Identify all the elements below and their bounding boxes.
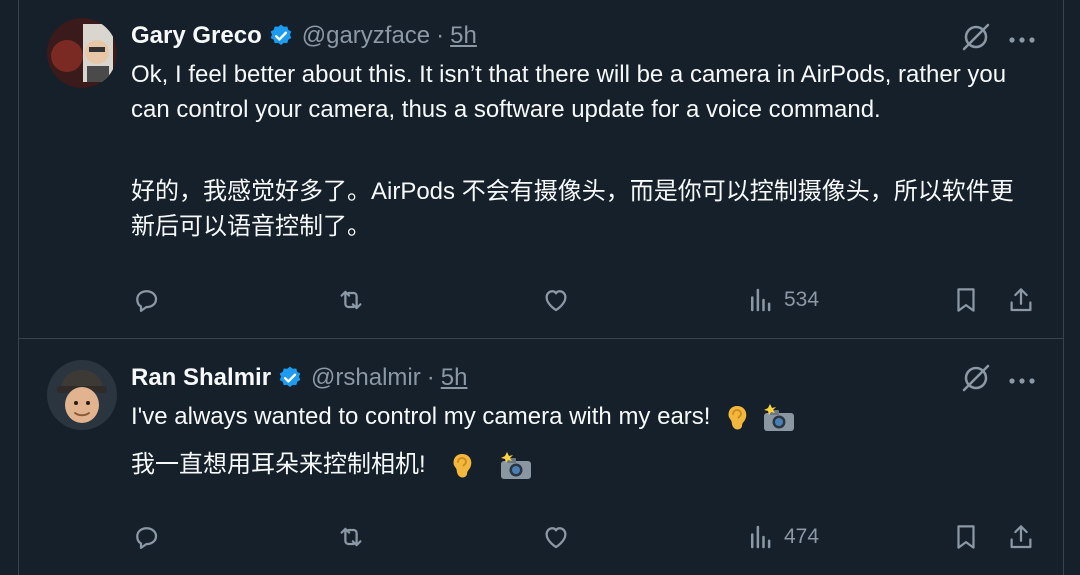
more-icon[interactable] xyxy=(1007,32,1037,43)
timeline: Gary Greco @garyzface · 5h Ok, I feel be… xyxy=(18,0,1064,575)
repost-button[interactable] xyxy=(336,280,366,320)
views-button[interactable]: 474 xyxy=(746,517,819,557)
share-icon xyxy=(1010,288,1032,312)
reply-button[interactable] xyxy=(131,280,161,320)
reply-icon xyxy=(136,290,158,312)
timestamp[interactable]: 5h xyxy=(441,364,468,392)
author-name[interactable]: Ran Shalmir xyxy=(131,364,271,392)
share-button[interactable] xyxy=(1006,280,1036,320)
bookmark-button[interactable] xyxy=(951,280,981,320)
reply-button[interactable] xyxy=(131,517,161,557)
views-icon xyxy=(751,525,771,549)
bookmark-icon xyxy=(957,288,975,312)
camera-flash-emoji xyxy=(762,403,794,433)
tweet-translation-row: 我一直想用耳朵来控制相机! xyxy=(131,447,1031,482)
tweet[interactable]: Gary Greco @garyzface · 5h Ok, I feel be… xyxy=(19,0,1063,339)
like-icon xyxy=(545,290,567,312)
tweet[interactable]: Ran Shalmir @rshalmir · 5h I've always w… xyxy=(19,339,1063,575)
views-icon xyxy=(751,288,771,312)
views-button[interactable]: 534 xyxy=(746,280,819,320)
ear-emoji xyxy=(721,403,751,433)
action-bar: 474 xyxy=(131,517,1051,557)
author-name[interactable]: Gary Greco xyxy=(131,22,262,50)
avatar[interactable] xyxy=(47,360,117,430)
like-button[interactable] xyxy=(541,517,571,557)
bookmark-icon xyxy=(957,525,975,549)
avatar[interactable] xyxy=(47,18,117,88)
views-count: 474 xyxy=(784,525,820,548)
like-icon xyxy=(545,527,567,549)
tweet-text: Ok, I feel better about this. It isn’t t… xyxy=(131,61,1007,123)
repost-button[interactable] xyxy=(336,517,366,557)
tweet-text-row: I've always wanted to control my camera … xyxy=(131,399,1031,434)
tweet-header: Gary Greco @garyzface · 5h xyxy=(131,19,477,53)
tweet-header: Ran Shalmir @rshalmir · 5h xyxy=(131,361,467,395)
timestamp[interactable]: 5h xyxy=(450,22,477,50)
share-button[interactable] xyxy=(1006,517,1036,557)
views-count: 534 xyxy=(784,288,820,311)
separator: · xyxy=(436,22,445,49)
tweet-translation: 好的，我感觉好多了。AirPods 不会有摄像头，而是你可以控制摄像头，所以软件… xyxy=(131,178,1014,240)
grok-icon[interactable] xyxy=(959,361,993,395)
ear-emoji xyxy=(446,451,476,481)
author-handle[interactable]: @garyzface xyxy=(302,22,430,50)
camera-flash-emoji xyxy=(499,451,532,481)
verified-badge-icon xyxy=(268,23,294,49)
more-icon[interactable] xyxy=(1007,373,1037,384)
verified-badge-icon xyxy=(277,365,303,391)
tweet-text: I've always wanted to control my camera … xyxy=(131,403,711,430)
grok-icon[interactable] xyxy=(959,20,993,54)
separator: · xyxy=(426,364,435,391)
action-bar: 534 xyxy=(131,280,1051,320)
repost-icon xyxy=(340,527,362,547)
like-button[interactable] xyxy=(541,280,571,320)
share-icon xyxy=(1010,525,1032,549)
repost-icon xyxy=(340,290,362,310)
bookmark-button[interactable] xyxy=(951,517,981,557)
tweet-translation: 我一直想用耳朵来控制相机! xyxy=(131,451,426,478)
author-handle[interactable]: @rshalmir xyxy=(311,364,421,392)
reply-icon xyxy=(136,527,158,549)
